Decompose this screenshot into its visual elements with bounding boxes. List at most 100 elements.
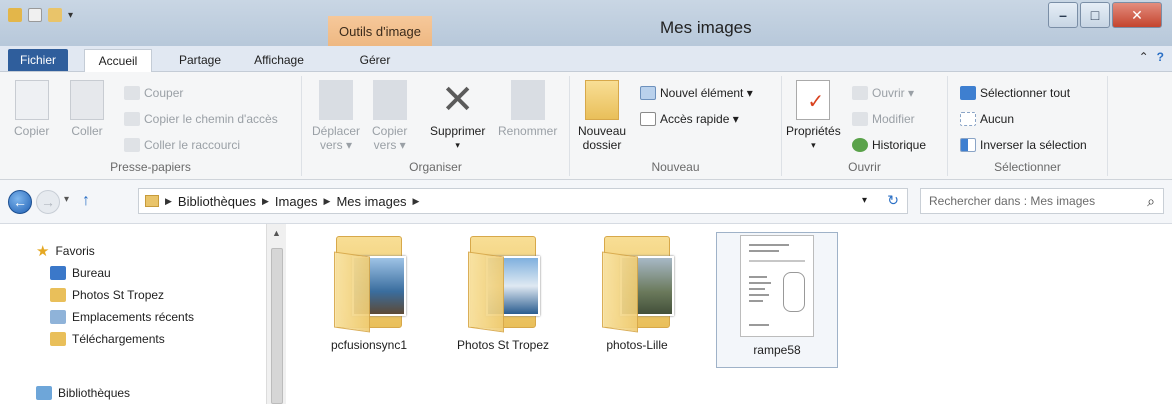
navigation-pane: ★ Favoris Bureau Photos St Tropez Emplac… [0,224,266,404]
scrollbar-thumb[interactable] [271,248,283,404]
quick-access-toolbar: ▾ [8,8,73,22]
new-folder-icon[interactable] [48,8,62,22]
history-icon [852,138,868,152]
file-item[interactable]: Photos St Tropez [442,232,564,368]
tab-accueil[interactable]: Accueil [84,49,152,72]
minimize-ribbon-icon[interactable]: ⌃ [1139,50,1149,64]
address-history-dropdown[interactable]: ▾ [862,195,867,206]
copy-button[interactable]: Copier [14,80,49,138]
nav-scrollbar[interactable]: ▲ [266,224,286,404]
nav-photos-st-tropez[interactable]: Photos St Tropez [50,288,164,302]
properties-dropdown-icon: ▾ [811,140,816,150]
breadcrumb-images[interactable]: Images [275,194,318,209]
tab-gerer[interactable]: Gérer [340,49,410,71]
edit-button[interactable]: Modifier [852,112,915,126]
window-controls: – □ ✕ [1048,2,1162,28]
rename-icon [510,80,545,120]
ribbon-tabs: Fichier Accueil Partage Affichage Gérer … [0,46,1172,72]
file-item-selected[interactable]: rampe58 [716,232,838,368]
chevron-right-icon[interactable]: ▶ [165,196,172,207]
scroll-up-icon[interactable]: ▲ [272,228,281,238]
folder-icon [598,236,676,333]
file-label: rampe58 [753,343,801,357]
search-input[interactable]: Rechercher dans : Mes images ⌕ [920,188,1164,214]
address-bar[interactable]: ▶ Bibliothèques ▶ Images ▶ Mes images ▶ … [138,188,908,214]
open-button[interactable]: Ouvrir ▾ [852,86,914,100]
group-label-nouveau: Nouveau [651,160,700,174]
copy-to-icon [372,80,407,120]
group-label-presse-papiers: Presse-papiers [110,160,191,174]
nav-emplacements-recents[interactable]: Emplacements récents [50,310,194,324]
history-button[interactable]: Historique [852,138,926,152]
select-none-button[interactable]: Aucun [960,112,1014,126]
breadcrumb-mes-images[interactable]: Mes images [336,194,406,209]
file-label: pcfusionsync1 [330,338,408,352]
invert-selection-button[interactable]: Inverser la sélection [960,138,1087,152]
nav-bibliotheques[interactable]: Bibliothèques [36,386,130,400]
recent-places-icon [50,310,66,324]
minimize-button[interactable]: – [1048,2,1078,28]
new-item-icon [640,86,656,100]
file-item[interactable]: photos-Lille [576,232,698,368]
tab-fichier[interactable]: Fichier [8,49,68,71]
folder-icon [585,80,620,120]
back-button[interactable]: ← [8,190,32,214]
tab-partage[interactable]: Partage [170,49,230,71]
address-toolbar: ← → ▾ ↑ ▶ Bibliothèques ▶ Images ▶ Mes i… [0,180,1172,224]
copy-icon [14,80,49,120]
forward-button[interactable]: → [36,190,60,214]
group-selectionner: Sélectionner tout Aucun Inverser la séle… [948,76,1108,176]
nav-favoris[interactable]: ★ Favoris [36,242,95,260]
document-thumbnail-icon [740,235,814,337]
help-icon[interactable]: ? [1157,50,1164,64]
properties-icon[interactable] [28,8,42,22]
select-all-button[interactable]: Sélectionner tout [960,86,1070,100]
new-folder-button[interactable]: Nouveau dossier [578,80,626,152]
context-tab-group: Outils d'image [328,16,432,46]
folder-icon [330,236,408,333]
path-icon [124,112,140,126]
copy-to-button[interactable]: Copier vers ▾ [372,80,407,152]
copy-path-button[interactable]: Copier le chemin d'accès [124,112,278,126]
customize-qat-icon[interactable]: ▾ [68,10,73,21]
close-button[interactable]: ✕ [1112,2,1162,28]
up-button[interactable]: ↑ [82,192,90,210]
paste-shortcut-button[interactable]: Coller le raccourci [124,138,240,152]
recent-locations-icon[interactable]: ▾ [64,194,69,205]
chevron-right-icon[interactable]: ▶ [262,196,269,207]
ribbon-controls: ⌃ ? [1139,50,1164,64]
chevron-right-icon[interactable]: ▶ [324,196,331,207]
scissors-icon [124,86,140,100]
search-icon[interactable]: ⌕ [1147,193,1155,210]
downloads-folder-icon [50,332,66,346]
group-organiser: Déplacer vers ▾ Copier vers ▾ ✕ Supprime… [302,76,570,176]
folder-icon [50,288,66,302]
refresh-icon[interactable]: ↻ [887,192,899,209]
rename-button[interactable]: Renommer [498,80,557,138]
star-icon: ★ [36,243,50,260]
nav-telechargements[interactable]: Téléchargements [50,332,165,346]
move-to-button[interactable]: Déplacer vers ▾ [312,80,360,152]
file-item[interactable]: pcfusionsync1 [308,232,430,368]
title-bar: ▾ Outils d'image Mes images – □ ✕ [0,0,1172,46]
nav-bureau[interactable]: Bureau [50,266,111,280]
quick-access-button[interactable]: Accès rapide ▾ [640,112,739,126]
ribbon: Copier Coller Couper Copier le chemin d'… [0,72,1172,180]
new-item-button[interactable]: Nouvel élément ▾ [640,86,753,100]
tab-affichage[interactable]: Affichage [244,49,314,71]
select-none-icon [960,112,976,126]
paste-button[interactable]: Coller [70,80,104,138]
explorer-icon[interactable] [8,8,22,22]
group-label-organiser: Organiser [409,160,462,174]
cut-button[interactable]: Couper [124,86,183,100]
delete-dropdown-icon: ▾ [455,140,460,150]
maximize-button[interactable]: □ [1080,2,1110,28]
edit-icon [852,112,868,126]
breadcrumb-bibliotheques[interactable]: Bibliothèques [178,194,256,209]
chevron-right-icon[interactable]: ▶ [413,196,420,207]
open-icon [852,86,868,100]
group-nouveau: Nouveau dossier Nouvel élément ▾ Accès r… [570,76,782,176]
properties-button[interactable]: ✓ Propriétés ▾ [786,80,841,152]
delete-button[interactable]: ✕ Supprimer ▾ [430,80,485,152]
properties-icon: ✓ [796,80,831,120]
